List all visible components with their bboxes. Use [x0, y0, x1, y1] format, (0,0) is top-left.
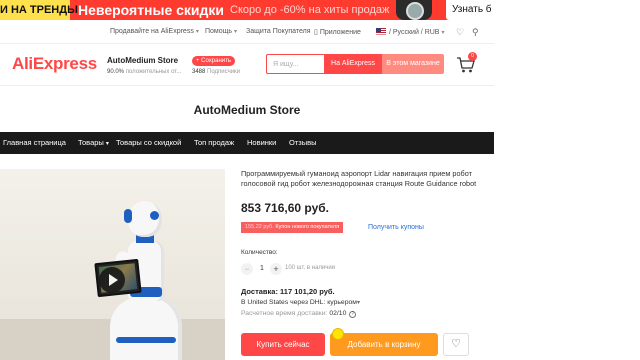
delivery-label: Расчетное время доставки:: [241, 310, 328, 317]
robot-base: [110, 297, 182, 360]
followers-count: 3488 Подписчики: [192, 69, 240, 75]
nav-top-sales[interactable]: Топ продаж: [194, 132, 234, 154]
get-coupons-link[interactable]: Получить купоны: [368, 222, 424, 233]
shipping-method-label: В United States через DHL: курьером: [241, 299, 357, 306]
app-link[interactable]: ▯ Приложение: [314, 28, 361, 36]
rating-text: положительных от...: [125, 69, 182, 75]
help-label: Помощь: [205, 28, 233, 35]
robot-ear: [124, 209, 132, 223]
nav-new-arrivals[interactable]: Новинки: [247, 132, 276, 154]
locale-selector[interactable]: / Русский / RUB ▾: [376, 28, 445, 36]
delivery-estimate: Расчетное время доставки: 02/10 ?: [241, 310, 357, 318]
page: И НА ТРЕНДЫ Невероятные скидки Скоро до …: [0, 0, 640, 360]
promo-headline: Невероятные скидки: [78, 2, 225, 18]
video-play-icon[interactable]: [99, 267, 125, 293]
add-to-cart-button[interactable]: Добавить в корзину: [330, 333, 438, 356]
store-rating: 90.0% положительных от...: [107, 69, 181, 75]
store-banner-title: AutoMedium Store: [193, 103, 301, 117]
quantity-decrease-button[interactable]: −: [241, 263, 253, 275]
search-aliexpress-button[interactable]: На AliExpress: [324, 54, 382, 74]
top-links-bar: Продавайте на AliExpress ▾ Помощь ▾ Защита…: [0, 22, 494, 44]
cart-count-badge: 0: [468, 52, 477, 61]
store-name[interactable]: AutoMedium Store: [107, 56, 178, 65]
promo-product-image: [396, 0, 432, 20]
sell-label: Продавайте на AliExpress: [110, 28, 194, 35]
us-flag-icon: [376, 28, 386, 35]
app-label: Приложение: [319, 29, 361, 36]
robot-base-ring: [116, 337, 176, 343]
promo-learn-more-button[interactable]: Узнать б: [446, 0, 494, 20]
store-header: AliExpress AutoMedium Store 90.0% положи…: [0, 44, 494, 86]
product-title: Программируемый гуманоид аэропорт Lidar …: [241, 169, 477, 188]
wishlist-heart-button[interactable]: ♡: [443, 333, 469, 356]
followers-text: Подписчики: [207, 69, 241, 75]
phone-icon: ▯: [314, 29, 318, 36]
save-store-button[interactable]: + Сохранить: [192, 56, 235, 66]
stock-available: 100 шт. в наличии: [285, 265, 336, 271]
sell-on-aliexpress-link[interactable]: Продавайте на AliExpress ▾: [110, 28, 199, 35]
nav-discounted[interactable]: Товары со скидкой: [116, 132, 181, 154]
buyer-protection-link[interactable]: Защита Покупателя: [246, 28, 311, 35]
blank-margin: [494, 0, 640, 360]
help-link[interactable]: Помощь ▾: [205, 28, 237, 35]
product-price: 853 716,60 руб.: [241, 201, 329, 215]
chevron-down-icon: ▾: [195, 29, 199, 35]
product-image[interactable]: [0, 169, 225, 360]
shipping-method-selector[interactable]: В United States через DHL: курьером▾: [241, 299, 360, 306]
nav-products[interactable]: Товары ▾: [78, 132, 109, 154]
store-banner: AutoMedium Store: [0, 86, 494, 132]
promo-banner[interactable]: И НА ТРЕНДЫ Невероятные скидки Скоро до …: [0, 0, 494, 20]
image-background: [0, 169, 225, 319]
nav-home[interactable]: Главная страница: [3, 132, 66, 154]
locale-label: / Русский / RUB: [389, 29, 440, 36]
promo-left-text: И НА ТРЕНДЫ: [0, 0, 78, 20]
info-icon[interactable]: ?: [349, 311, 357, 318]
rating-value: 90.0%: [107, 69, 125, 75]
chevron-down-icon: ▾: [234, 29, 238, 35]
quantity-label: Количество:: [241, 249, 278, 256]
new-buyer-coupon-badge: 155,22 руб. Купон нового покупателя: [241, 222, 344, 233]
nav-products-label: Товары: [78, 138, 104, 147]
coupon-text: Купон нового покупателя: [275, 224, 340, 230]
nav-reviews[interactable]: Отзывы: [289, 132, 316, 154]
chevron-down-icon: ▾: [441, 30, 445, 36]
cursor-highlight-icon: [332, 328, 344, 340]
heart-icon[interactable]: ♡: [456, 27, 464, 38]
promo-subline: Скоро до -60% на хиты продаж: [230, 4, 390, 16]
quantity-increase-button[interactable]: +: [270, 263, 282, 275]
followers-value: 3488: [192, 69, 206, 75]
shipping-cost: Доставка: 117 101,20 руб.: [241, 287, 335, 296]
search-store-button[interactable]: В этом магазине: [382, 54, 444, 74]
delivery-date: 02/10: [329, 310, 347, 317]
search-input[interactable]: Я ищу...: [266, 54, 324, 74]
cart-icon[interactable]: 0: [456, 52, 477, 74]
quantity-input[interactable]: 1: [256, 263, 268, 275]
chevron-down-icon: ▾: [356, 300, 360, 306]
store-nav: Главная страница Товары ▾ Товары со скидк…: [0, 132, 494, 154]
user-icon[interactable]: ⚲: [472, 27, 479, 38]
aliexpress-logo[interactable]: AliExpress: [12, 54, 97, 74]
buy-now-button[interactable]: Купить сейчас: [241, 333, 325, 356]
coupon-amount: 155,22 руб.: [245, 224, 274, 230]
robot-eye: [150, 211, 159, 220]
chevron-down-icon: ▾: [105, 141, 109, 147]
